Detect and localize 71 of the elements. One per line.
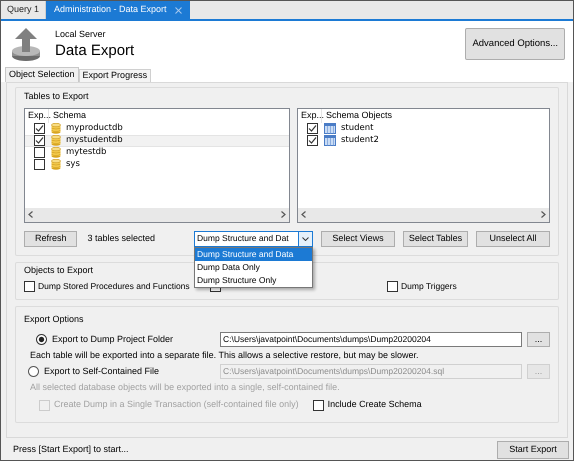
checkbox[interactable] (34, 123, 45, 134)
group-title: Tables to Export (24, 90, 89, 103)
row-label: sys (66, 158, 80, 171)
caret-icon (302, 236, 309, 240)
schema-objects-list[interactable]: Exp... Schema Objects student student2 (297, 108, 550, 222)
horizontal-scrollbar[interactable] (298, 208, 549, 222)
row-label: mystudentdb (66, 134, 123, 147)
refresh-button[interactable]: Refresh (24, 230, 78, 246)
scroll-right-icon (281, 211, 286, 218)
checkbox-label: Dump Stored Procedures and Functions (38, 280, 190, 293)
action-button[interactable]: Select Tables (403, 230, 468, 246)
list-row[interactable]: mytestdb (25, 146, 289, 158)
database-icon (51, 123, 61, 134)
checkbox[interactable] (307, 123, 318, 134)
checkbox[interactable] (387, 280, 398, 292)
radio-label: Export to Dump Project Folder (52, 332, 174, 346)
status-text: Press [Start Export] to start... (13, 443, 129, 456)
database-icon (51, 135, 61, 146)
row-label: mytestdb (66, 146, 106, 159)
radio-label: Export to Self-Contained File (44, 364, 160, 378)
database-icon (51, 159, 61, 170)
description-text: All selected database objects will be exported into a single, self-contained file. (29, 380, 341, 394)
export-disk-icon (11, 26, 41, 62)
row-label: myproductdb (66, 122, 123, 135)
dropdown-option[interactable]: Dump Structure and Data (195, 248, 312, 260)
list-row[interactable]: mystudentdb (25, 134, 289, 146)
checkbox[interactable] (24, 280, 35, 292)
document-tab[interactable]: Administration - Data Export (46, 1, 190, 19)
row-label: student (341, 122, 374, 135)
checkbox[interactable] (307, 135, 318, 146)
group-title: Export Options (24, 312, 84, 326)
group-title: Objects to Export (24, 264, 94, 277)
server-label: Local Server (55, 28, 107, 42)
row-label: student2 (341, 134, 379, 147)
action-button[interactable]: Select Views (321, 230, 395, 246)
checkbox[interactable] (34, 159, 45, 170)
list-row[interactable]: myproductdb (25, 122, 289, 134)
checkbox-label: Include Create Schema (328, 398, 422, 412)
selection-count: 3 tables selected (87, 232, 156, 245)
description-text: Each table will be exported into a separate file. This allows a selective restore, but may be slower. (29, 348, 420, 362)
checkbox[interactable] (312, 400, 324, 410)
database-icon (51, 147, 61, 158)
list-row[interactable]: student (298, 122, 549, 134)
panel-tab[interactable]: Object Selection (5, 67, 79, 82)
schema-list[interactable]: Exp... Schema myproductdb mystudentdb mytestdb sys (24, 108, 290, 222)
column-header[interactable]: Schema (49, 108, 86, 122)
list-row[interactable]: student2 (298, 134, 549, 146)
checkbox-label: Create Dump in a Single Transaction (self-contained file only) (54, 398, 299, 412)
page-title: Data Export (55, 42, 134, 60)
start-export-button[interactable]: Start Export (497, 441, 569, 459)
horizontal-scrollbar[interactable] (25, 208, 289, 222)
action-button[interactable]: Unselect All (476, 230, 550, 246)
path-field[interactable]: C:\Users\javatpoint\Documents\dumps\Dump20200204 (220, 332, 522, 347)
browse-button[interactable]: ... (527, 332, 550, 347)
checkbox-label: Dump Triggers (401, 280, 457, 293)
checkbox[interactable] (34, 135, 45, 146)
table-icon (324, 135, 336, 146)
dropdown-option[interactable]: Dump Data Only (195, 260, 312, 274)
advanced-options-button[interactable]: Advanced Options... (465, 28, 565, 60)
panel-tab[interactable]: Export Progress (78, 69, 152, 82)
scroll-right-icon (541, 211, 546, 218)
close-icon (174, 6, 182, 14)
table-icon (324, 123, 336, 134)
scroll-left-icon (301, 211, 306, 218)
checkbox[interactable] (34, 147, 45, 158)
dump-type-dropdown[interactable]: Dump Structure and Dat (194, 230, 313, 246)
radio-button[interactable] (36, 334, 47, 345)
column-header[interactable]: Schema Objects (322, 108, 392, 122)
list-row[interactable]: sys (25, 158, 289, 170)
dropdown-option[interactable]: Dump Structure Only (195, 274, 312, 286)
scroll-left-icon (28, 211, 33, 218)
